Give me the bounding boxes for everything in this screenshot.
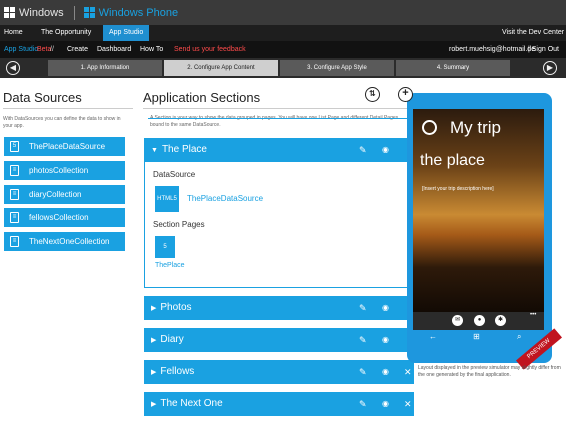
edit-pencil-icon[interactable]: ✎ xyxy=(359,296,367,320)
expand-triangle-icon[interactable]: ▶ xyxy=(151,369,156,376)
brand-divider xyxy=(73,5,75,20)
datasource-label: photosCollection xyxy=(29,166,89,175)
section-the-place[interactable]: ▼ The Place ✎ ◉ xyxy=(144,138,414,162)
delete-section-icon[interactable]: ✕ xyxy=(404,392,412,416)
mail-icon[interactable]: ✉ xyxy=(452,315,463,326)
previous-step-button[interactable]: ◀ xyxy=(6,61,20,75)
windows-brand-link[interactable]: Windows xyxy=(19,7,64,19)
expand-triangle-icon[interactable]: ▶ xyxy=(151,401,156,408)
datasource-link[interactable]: ThePlaceDataSource xyxy=(187,194,263,203)
edit-pencil-icon[interactable]: ✎ xyxy=(359,392,367,416)
windows-phone-logo-icon xyxy=(83,7,95,18)
section-the-next-one[interactable]: ▶ The Next One ✎ ◉ ✕ xyxy=(144,392,414,416)
data-sources-divider xyxy=(3,108,133,109)
datasource-label: diaryCollection xyxy=(29,190,82,199)
app-root: Windows Windows Phone Home The Opportuni… xyxy=(0,0,566,422)
edit-pencil-icon[interactable]: ✎ xyxy=(359,138,367,162)
datasource-item[interactable]: ≡ fellowsCollection xyxy=(4,208,125,227)
site-nav: Home The Opportunity App Studio Visit th… xyxy=(0,25,566,41)
slash-divider: // xyxy=(50,46,54,53)
phone-section-title: the place xyxy=(420,152,485,169)
section-fellows[interactable]: ▶ Fellows ✎ ◉ ✕ xyxy=(144,360,414,384)
nav-app-studio[interactable]: App Studio xyxy=(103,25,150,41)
add-section-button[interactable]: + xyxy=(398,87,413,102)
nav-dev-center[interactable]: Visit the Dev Center xyxy=(502,25,564,41)
nav-opportunity[interactable]: The Opportunity xyxy=(41,25,91,41)
preview-eye-icon[interactable]: ◉ xyxy=(382,296,389,320)
edit-pencil-icon[interactable]: ✎ xyxy=(359,360,367,384)
expand-triangle-icon[interactable]: ▶ xyxy=(151,337,156,344)
page-icon: 5 xyxy=(155,236,175,258)
collection-icon: ≡ xyxy=(10,189,19,200)
create-link[interactable]: Create xyxy=(67,41,88,58)
collection-icon: ≡ xyxy=(10,212,19,223)
datasource-label: fellowsCollection xyxy=(29,213,89,222)
step-configure-style[interactable]: 3. Configure App Style xyxy=(280,60,394,76)
section-diary[interactable]: ▶ Diary ✎ ◉ xyxy=(144,328,414,352)
section-detail-panel: DataSource HTML5 ThePlaceDataSource Sect… xyxy=(144,162,414,288)
collection-icon: ≡ xyxy=(10,236,19,247)
datasource-label: ThePlaceDataSource xyxy=(29,142,106,151)
collection-icon: ≡ xyxy=(10,165,19,176)
datasource-label: DataSource xyxy=(153,170,196,179)
search-key-icon: ⌕ xyxy=(517,332,522,341)
phone-app-title: My trip xyxy=(450,118,501,137)
edit-pencil-icon[interactable]: ✎ xyxy=(359,328,367,352)
preview-eye-icon[interactable]: ◉ xyxy=(382,138,389,162)
datasource-item[interactable]: 5 ThePlaceDataSource xyxy=(4,137,125,156)
preview-eye-icon[interactable]: ◉ xyxy=(382,360,389,384)
phone-screen: My trip the place [Insert your trip desc… xyxy=(413,109,544,312)
datasource-item[interactable]: ≡ photosCollection xyxy=(4,161,125,180)
data-sources-description: With DataSources you can define the data… xyxy=(3,116,121,129)
preview-eye-icon[interactable]: ◉ xyxy=(382,392,389,416)
section-pages-label: Section Pages xyxy=(153,220,205,229)
reorder-sections-button[interactable]: ⇅ xyxy=(365,87,380,102)
collapse-triangle-icon[interactable]: ▼ xyxy=(151,147,158,154)
app-studio-label[interactable]: App Studio xyxy=(4,41,38,58)
preview-eye-icon[interactable]: ◉ xyxy=(382,328,389,352)
windows-phone-brand-link[interactable]: Windows Phone xyxy=(99,7,179,19)
back-key-icon: ← xyxy=(429,332,437,341)
dashboard-link[interactable]: Dashboard xyxy=(97,41,131,58)
expand-triangle-icon[interactable]: ▶ xyxy=(151,305,156,312)
nav-home[interactable]: Home xyxy=(4,25,23,41)
howto-link[interactable]: How To xyxy=(140,41,163,58)
section-label: Diary xyxy=(160,334,184,345)
feedback-link[interactable]: Send us your feedback xyxy=(174,41,246,58)
step-summary[interactable]: 4. Summary xyxy=(396,60,510,76)
phone-description: [Insert your trip description here] xyxy=(422,186,494,192)
html5-icon: 5 xyxy=(10,141,19,152)
html5-icon: HTML5 xyxy=(155,186,179,212)
delete-section-icon[interactable]: ✕ xyxy=(404,360,412,384)
section-photos[interactable]: ▶ Photos ✎ ◉ xyxy=(144,296,414,320)
preview-disclaimer: Layout displayed in the preview simulato… xyxy=(418,365,561,378)
step-app-information[interactable]: 1. App Information xyxy=(48,60,162,76)
brand-bar: Windows Windows Phone xyxy=(0,0,566,25)
user-email: robert.muehsig@hotmail.de xyxy=(449,46,536,53)
datasource-item[interactable]: ≡ diaryCollection xyxy=(4,185,125,204)
datasource-label: TheNextOneCollection xyxy=(29,237,110,246)
section-label: Fellows xyxy=(160,366,195,377)
step-configure-content[interactable]: 2. Configure App Content xyxy=(164,60,278,76)
section-label: Photos xyxy=(160,302,192,313)
datasource-item[interactable]: ≡ TheNextOneCollection xyxy=(4,232,125,251)
wizard-steps: ◀ 1. App Information 2. Configure App Co… xyxy=(0,58,566,78)
windows-key-icon: ⊞ xyxy=(473,332,480,341)
windows-logo-icon xyxy=(4,7,15,18)
section-label: The Next One xyxy=(160,398,223,409)
application-sections-title: Application Sections xyxy=(143,90,261,105)
app-studio-bar: App Studio Beta // Create Dashboard How … xyxy=(0,41,566,58)
more-dots-icon[interactable]: ••• xyxy=(530,312,536,318)
next-step-button[interactable]: ▶ xyxy=(543,61,557,75)
section-label: The Place xyxy=(161,144,207,155)
phone-hardware-keys: ← ⊞ ⌕ xyxy=(413,330,544,346)
comment-icon[interactable]: ● xyxy=(474,315,485,326)
data-sources-title: Data Sources xyxy=(3,90,82,105)
pin-icon[interactable]: ✱ xyxy=(495,315,506,326)
signout-link[interactable]: | Sign Out xyxy=(528,41,559,58)
compass-icon xyxy=(422,120,437,135)
section-page-link[interactable]: ThePlace xyxy=(155,262,185,269)
application-sections-divider xyxy=(143,108,408,109)
